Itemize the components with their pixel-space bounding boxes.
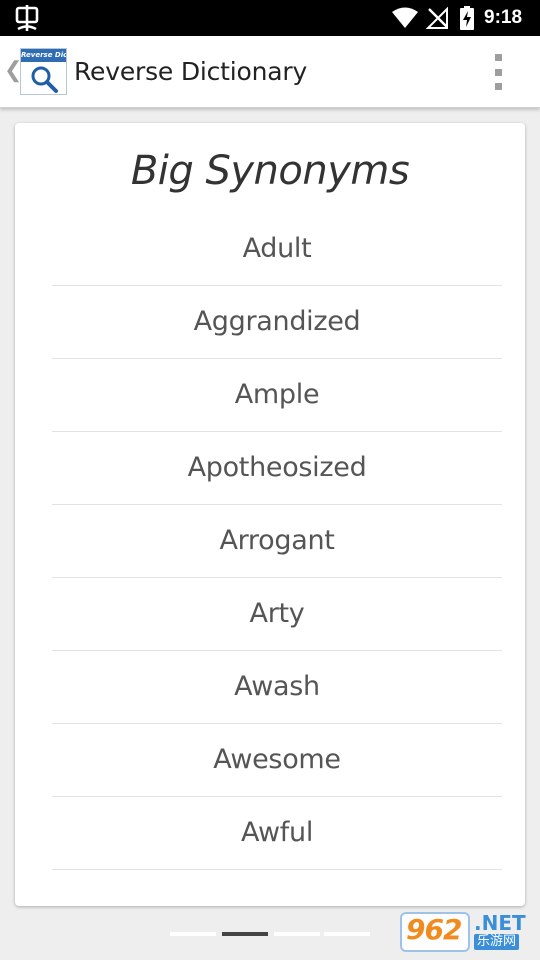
status-time: 9:18 — [484, 7, 523, 28]
watermark-logo: 962 .NET 乐游网 — [400, 910, 536, 956]
word-list: Adult Aggrandized Ample Apotheosized Arr… — [52, 213, 502, 870]
app-logo-icon[interactable]: Reverse Dict. — [20, 48, 67, 95]
word-item[interactable]: Arty — [52, 578, 502, 651]
page-dot[interactable] — [170, 932, 216, 936]
page-indicator — [170, 932, 370, 936]
card-title: Big Synonyms — [130, 148, 410, 194]
word-item[interactable]: Ample — [52, 359, 502, 432]
menu-dot — [494, 68, 502, 76]
no-signal-icon — [426, 7, 448, 29]
watermark-sub: 乐游网 — [474, 934, 520, 950]
page-dot-active[interactable] — [222, 932, 268, 936]
synonyms-card: Big Synonyms Adult Aggrandized Ample Apo… — [15, 123, 525, 906]
watermark-suffix: .NET — [474, 911, 526, 935]
word-item[interactable]: Awful — [52, 797, 502, 870]
status-bar: 9:18 — [0, 0, 540, 36]
word-item[interactable]: Awash — [52, 651, 502, 724]
menu-dot — [494, 54, 502, 61]
magnifier-icon — [31, 66, 58, 93]
overflow-menu-icon[interactable] — [488, 54, 508, 90]
menu-dot — [494, 83, 502, 90]
page-dot[interactable] — [274, 932, 320, 936]
battery-charging-icon — [460, 6, 474, 30]
word-item[interactable]: Adult — [52, 213, 502, 286]
word-item[interactable]: Apotheosized — [52, 432, 502, 505]
page-dot[interactable] — [324, 932, 370, 936]
app-title: Reverse Dictionary — [74, 57, 308, 86]
word-item[interactable]: Aggrandized — [52, 286, 502, 359]
watermark-number: 962 — [406, 913, 462, 946]
wifi-icon — [392, 7, 418, 28]
app-bar: ❮ Reverse Dict. Reverse Dictionary — [0, 36, 540, 108]
notification-icon — [15, 5, 39, 31]
logo-text: Reverse Dict. — [21, 49, 66, 62]
word-item[interactable]: Arrogant — [52, 505, 502, 578]
word-item[interactable]: Awesome — [52, 724, 502, 797]
